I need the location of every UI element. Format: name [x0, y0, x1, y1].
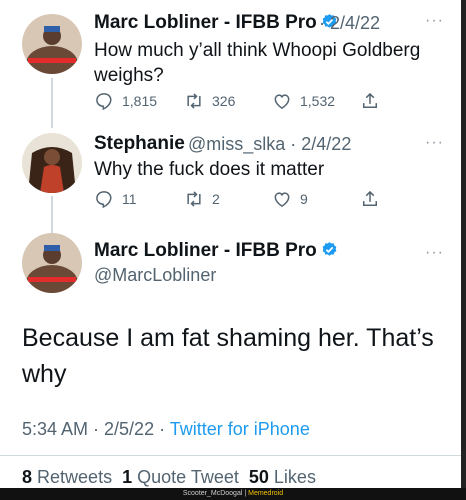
retweet-icon	[187, 191, 201, 207]
tweet1-date[interactable]: · 2/4/22	[319, 13, 380, 34]
reply-button[interactable]: 1,815	[94, 91, 184, 111]
share-icon	[363, 92, 377, 108]
like-button[interactable]: 9	[272, 189, 360, 209]
avatar-marc[interactable]	[22, 14, 82, 74]
reply-icon	[96, 191, 112, 209]
avatar-stephanie[interactable]	[22, 133, 82, 193]
likes-label: Likes	[273, 467, 316, 487]
main-name-text[interactable]: Marc Lobliner - IFBB Pro	[94, 240, 317, 261]
retweets-stat[interactable]: 8 Retweets	[22, 467, 112, 487]
tweet1-text: How much y’all think Whoopi Goldberg wei…	[94, 38, 434, 88]
retweets-count: 8	[22, 467, 33, 487]
main-tweet-text: Because I am fat shaming her. That’s why	[22, 320, 442, 392]
tweet2-actions: 11 2 9	[94, 189, 388, 209]
retweets-label: Retweets	[37, 467, 113, 487]
tweet1-actions: 1,815 326 1,532	[94, 91, 388, 111]
avatar-marc-main[interactable]	[22, 233, 82, 293]
retweet-count: 2	[212, 191, 220, 207]
share-icon	[363, 190, 377, 206]
verified-badge-icon	[322, 242, 337, 256]
retweet-button[interactable]: 326	[184, 91, 272, 111]
watermark-bar: Scooter_McDoogal | Memedroid	[0, 488, 466, 500]
reply-icon	[96, 93, 112, 111]
likes-count: 50	[248, 467, 269, 487]
like-icon	[274, 192, 290, 207]
quotes-count: 1	[122, 467, 133, 487]
tweet2-handle-date[interactable]: @miss_slka · 2/4/22	[188, 134, 351, 155]
like-icon	[274, 94, 290, 109]
tweet1-name-text[interactable]: Marc Lobliner - IFBB Pro	[94, 12, 317, 33]
retweet-count: 326	[212, 93, 236, 109]
right-edge-bar	[461, 0, 466, 488]
watermark-user: Scooter_McDoogal |	[182, 490, 249, 497]
more-icon[interactable]: ···	[425, 244, 444, 262]
tweet1-text-line2: weighs?	[94, 65, 164, 86]
more-icon[interactable]: ···	[425, 134, 444, 152]
retweet-button[interactable]: 2	[184, 189, 272, 209]
tweet1-text-line1: How much y’all think Whoopi Goldberg	[94, 40, 421, 61]
like-count: 9	[300, 191, 308, 207]
quotes-label: Quote Tweet	[137, 467, 239, 487]
retweet-icon	[187, 93, 201, 109]
reply-count: 11	[122, 191, 137, 207]
tweet2-author-name[interactable]: Stephanie	[94, 133, 185, 155]
divider	[0, 455, 461, 456]
more-icon[interactable]: ···	[425, 12, 444, 30]
main-handle[interactable]: @MarcLobliner	[94, 265, 216, 286]
main-author-name[interactable]: Marc Lobliner - IFBB Pro	[94, 240, 338, 262]
thread-line	[51, 78, 53, 128]
main-text-line1: Because I am fat shaming her. That’s	[22, 324, 434, 352]
like-button[interactable]: 1,532	[272, 91, 360, 111]
likes-stat[interactable]: 50 Likes	[249, 467, 316, 487]
tweet2-text: Why the fuck does it matter	[94, 159, 325, 180]
main-text-line2: why	[22, 360, 67, 388]
timestamp-text[interactable]: 5:34 AM · 2/5/22 ·	[22, 419, 170, 439]
quotes-stat[interactable]: 1 Quote Tweet	[122, 467, 239, 487]
like-count: 1,532	[300, 93, 336, 109]
reply-button[interactable]: 11	[94, 189, 184, 209]
tweet1-author-name[interactable]: Marc Lobliner - IFBB Pro	[94, 12, 338, 34]
reply-count: 1,815	[122, 93, 158, 109]
client-link[interactable]: Twitter for iPhone	[170, 419, 310, 439]
engagement-stats: 8 Retweets 1 Quote Tweet 50 Likes	[22, 467, 316, 488]
share-button[interactable]	[360, 91, 388, 111]
tweet-timestamp: 5:34 AM · 2/5/22 · Twitter for iPhone	[22, 419, 310, 440]
share-button[interactable]	[360, 189, 388, 209]
watermark-brand: Memedroid	[248, 490, 284, 497]
